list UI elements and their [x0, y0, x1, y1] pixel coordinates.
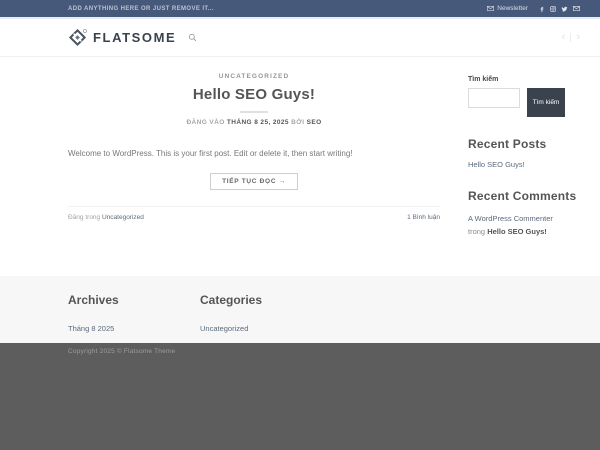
recent-posts-title: Recent Posts — [468, 137, 547, 151]
header-nav-arrows: ‹ › — [562, 32, 580, 43]
post-meta: Đăng trong Uncategorized 1 Bình luận — [68, 206, 440, 221]
next-arrow-icon[interactable]: › — [576, 32, 580, 43]
post-date: THÁNG 8 25, 2025 — [226, 119, 289, 126]
search-icon[interactable] — [188, 33, 197, 42]
post-excerpt: Welcome to WordPress. This is your first… — [68, 149, 353, 158]
newsletter-envelope-icon — [487, 6, 495, 11]
posted-on-label: ĐĂNG VÀO — [186, 119, 225, 126]
archives-link[interactable]: Tháng 8 2025 — [68, 324, 114, 333]
posted-in: Đăng trong Uncategorized — [68, 214, 144, 221]
instagram-icon[interactable] — [550, 5, 556, 12]
prev-arrow-icon[interactable]: ‹ — [562, 32, 566, 43]
categories-widget: Categories Uncategorized — [200, 293, 332, 343]
search-widget: Tìm kiếm — [468, 88, 580, 117]
recent-post-link[interactable]: Hello SEO Guys! — [468, 160, 580, 169]
newsletter-label: Newsletter — [497, 5, 528, 12]
arrow-divider — [570, 33, 572, 42]
recent-comment: A WordPress Commenter trong Hello SEO Gu… — [468, 212, 580, 238]
read-more-row: TIẾP TỤC ĐỌC → — [68, 170, 440, 191]
post-author[interactable]: SEO — [307, 119, 322, 126]
comments-link[interactable]: 1 Bình luận — [407, 214, 440, 221]
main-content: UNCATEGORIZED Hello SEO Guys! ĐĂNG VÀO T… — [0, 57, 600, 276]
post-category-footer-link[interactable]: Uncategorized — [102, 214, 144, 221]
categories-link[interactable]: Uncategorized — [200, 324, 248, 333]
blog-post: UNCATEGORIZED Hello SEO Guys! ĐĂNG VÀO T… — [68, 73, 440, 276]
comment-post-link[interactable]: Hello SEO Guys! — [487, 227, 547, 236]
posted-by-label: BỞI — [291, 119, 305, 126]
topbar-right: Newsletter — [487, 5, 580, 12]
topbar: ADD ANYTHING HERE OR JUST REMOVE IT... N… — [0, 0, 600, 19]
search-input[interactable] — [468, 88, 520, 108]
social-icons — [539, 5, 580, 12]
search-submit-button[interactable]: Tìm kiếm — [527, 88, 565, 117]
page: ADD ANYTHING HERE OR JUST REMOVE IT... N… — [0, 0, 600, 450]
post-category-link[interactable]: UNCATEGORIZED — [68, 73, 440, 80]
post-title[interactable]: Hello SEO Guys! — [68, 86, 440, 103]
topbar-message: ADD ANYTHING HERE OR JUST REMOVE IT... — [68, 5, 214, 12]
twitter-icon[interactable] — [561, 6, 568, 12]
recent-comments-title: Recent Comments — [468, 189, 577, 203]
footer-widgets: Archives Tháng 8 2025 Categories Uncateg… — [0, 276, 600, 343]
archives-widget: Archives Tháng 8 2025 — [68, 293, 200, 343]
logo-text: FLATSOME — [93, 30, 177, 45]
search-widget-label: Tìm kiếm — [468, 76, 499, 83]
sidebar: Tìm kiếm Tìm kiếm Recent Posts Hello SEO… — [468, 73, 580, 276]
newsletter-link[interactable]: Newsletter — [487, 5, 528, 12]
copyright-text: Copyright 2025 © Flatsome Theme — [68, 348, 176, 355]
facebook-icon[interactable] — [539, 6, 545, 12]
flatsome-logo-icon — [68, 28, 87, 47]
site-header: FLATSOME ‹ › — [0, 19, 600, 57]
post-date-line: ĐĂNG VÀO THÁNG 8 25, 2025 BỞI SEO — [68, 119, 440, 126]
title-divider — [240, 111, 268, 113]
posted-in-label: Đăng trong — [68, 214, 101, 222]
archives-title: Archives — [68, 293, 119, 307]
read-more-button[interactable]: TIẾP TỤC ĐỌC → — [210, 173, 298, 191]
categories-title: Categories — [200, 293, 263, 307]
absolute-footer: Copyright 2025 © Flatsome Theme — [0, 343, 600, 450]
comment-in-label: trong — [468, 227, 486, 237]
site-logo[interactable]: FLATSOME — [68, 28, 176, 47]
email-icon[interactable] — [573, 6, 580, 11]
comment-author-link[interactable]: A WordPress Commenter — [468, 214, 553, 223]
